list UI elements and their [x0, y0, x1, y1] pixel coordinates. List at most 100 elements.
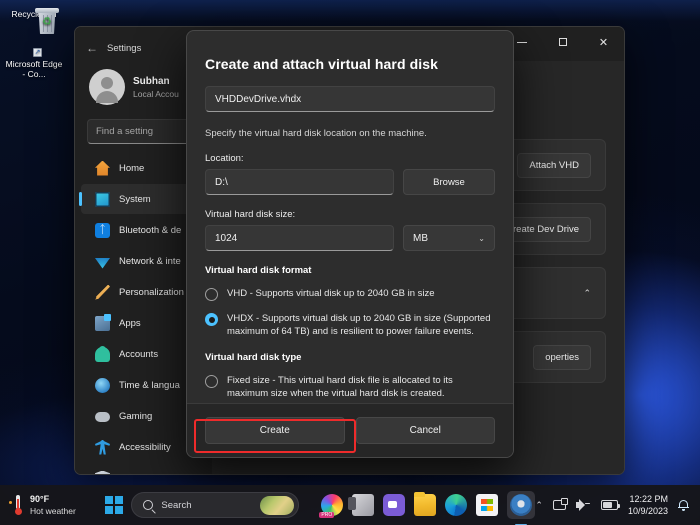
shortcut-arrow-icon: ↗ [33, 48, 42, 57]
close-icon: ✕ [598, 36, 609, 49]
teams-icon [383, 494, 406, 516]
taskbar-app-task-view[interactable] [348, 494, 375, 516]
taskbar: 90°F Hot weather Search PRO ⌃ 12:22 PM 1… [0, 485, 700, 525]
disk-size-value: 1024 [215, 232, 238, 244]
accessibility-icon [95, 439, 110, 455]
dialog-footer: Create Cancel [187, 403, 513, 457]
sidebar-item-label: Personalization [119, 286, 184, 298]
location-value: D:\ [215, 176, 228, 188]
taskbar-weather-widget[interactable]: 90°F Hot weather [0, 493, 105, 517]
maximize-icon [558, 38, 567, 46]
taskbar-app-microsoft-store[interactable] [476, 494, 499, 516]
network-icon[interactable] [552, 498, 568, 510]
weather-temperature: 90°F [30, 494, 50, 504]
attach-vhd-button[interactable]: Attach VHD [517, 152, 591, 178]
clock-date: 10/9/2023 [627, 506, 668, 516]
file-name-input[interactable]: VHDDevDrive.vhdx [205, 86, 495, 112]
sidebar-item-label: Privacy & secu [119, 473, 182, 475]
search-highlight-thumbnail[interactable] [260, 496, 295, 515]
dialog-description: Specify the virtual hard disk location o… [205, 128, 427, 139]
sidebar-item-label: Home [119, 162, 145, 174]
personalization-icon [95, 284, 110, 300]
file-name-value: VHDDevDrive.vhdx [215, 93, 302, 105]
taskbar-app-teams[interactable] [383, 494, 406, 516]
close-button[interactable]: ✕ [583, 27, 624, 57]
back-arrow-icon[interactable]: ← [85, 41, 99, 55]
microsoft-store-icon [476, 494, 499, 516]
find-a-setting-input[interactable]: Find a setting [87, 119, 202, 144]
radio-label: Fixed size - This virtual hard disk file… [227, 375, 453, 399]
accounts-icon [95, 345, 110, 362]
sidebar-item-privacy-security[interactable]: Privacy & secu [81, 463, 206, 475]
edge-icon [445, 494, 468, 516]
radio-label: VHD - Supports virtual disk up to 2040 G… [227, 288, 435, 299]
radio-vhdx-format[interactable]: VHDX - Supports virtual disk up to 2040 … [205, 312, 495, 338]
desktop-icon-microsoft-edge[interactable]: ↗ Microsoft Edge - Co... [4, 48, 64, 84]
sidebar-item-label: Accessibility [119, 441, 171, 453]
size-unit-value: MB [413, 232, 428, 244]
radio-button-selected-icon[interactable] [205, 313, 218, 326]
desktop-icon-recycle-bin[interactable]: ♻ Recycle Bin [4, 6, 64, 34]
start-button[interactable] [105, 496, 124, 514]
size-unit-dropdown[interactable]: MB ⌄ [403, 225, 495, 251]
home-icon [95, 160, 110, 176]
radio-fixed-size-type[interactable]: Fixed size - This virtual hard disk file… [205, 374, 495, 400]
location-label: Location: [205, 153, 244, 164]
create-attach-vhd-dialog: Create and attach virtual hard disk VHDD… [186, 30, 514, 458]
location-input[interactable]: D:\ [205, 169, 394, 195]
clock-time: 12:22 PM [629, 494, 668, 504]
disk-size-input[interactable]: 1024 [205, 225, 394, 251]
gaming-icon [95, 412, 110, 422]
thermometer-icon [9, 495, 24, 515]
chevron-down-icon: ⌄ [478, 233, 485, 243]
show-hidden-icons-button[interactable]: ⌃ [535, 500, 543, 511]
minimize-icon [516, 41, 527, 43]
sidebar-item-label: Accounts [119, 348, 159, 360]
system-icon [95, 191, 110, 207]
clock[interactable]: 12:22 PM 10/9/2023 [628, 493, 668, 517]
search-placeholder: Find a setting [96, 126, 154, 137]
taskbar-app-edge[interactable] [445, 494, 468, 516]
taskbar-app-file-explorer[interactable] [414, 492, 437, 516]
radio-button-icon[interactable] [205, 288, 218, 301]
sidebar-item-label: System [119, 193, 151, 205]
type-group-label: Virtual hard disk type [205, 352, 302, 363]
volume-icon[interactable] [575, 499, 591, 511]
disk-size-label: Virtual hard disk size: [205, 209, 296, 220]
notifications-bell-icon[interactable] [678, 499, 689, 512]
chevron-up-icon[interactable]: ⌃ [583, 288, 591, 299]
network-icon [95, 258, 110, 269]
browse-button[interactable]: Browse [403, 169, 495, 195]
user-name: Subhan [133, 75, 170, 87]
search-placeholder: Search [161, 499, 192, 511]
avatar [89, 69, 125, 105]
properties-button-2[interactable]: operties [533, 344, 591, 370]
account-type: Local Accou [133, 88, 179, 99]
privacy-security-icon [95, 470, 110, 474]
taskbar-app-list [319, 491, 536, 525]
taskbar-system-tray: ⌃ 12:22 PM 10/9/2023 [535, 493, 700, 517]
radio-button-icon[interactable] [205, 375, 218, 388]
cancel-button[interactable]: Cancel [355, 417, 495, 444]
maximize-button[interactable] [542, 27, 583, 57]
weather-condition: Hot weather [30, 506, 76, 516]
dialog-title: Create and attach virtual hard disk [205, 56, 439, 72]
paint-pro-icon [319, 494, 344, 518]
sidebar-item-label: Network & inte [119, 255, 181, 267]
sidebar-item-label: Bluetooth & de [119, 224, 182, 236]
search-icon [143, 500, 154, 510]
taskbar-search-box[interactable]: Search [131, 492, 300, 518]
taskbar-app-paint[interactable] [319, 494, 344, 518]
task-view-icon [348, 494, 375, 516]
time-language-icon [95, 377, 110, 393]
format-group-label: Virtual hard disk format [205, 265, 312, 276]
sidebar-item-label: Time & langua [119, 379, 180, 391]
sidebar-item-label: Apps [119, 317, 141, 329]
sidebar-item-label: Gaming [119, 410, 153, 422]
create-button[interactable]: Create [205, 417, 345, 444]
bluetooth-icon: ᛏ [95, 222, 110, 238]
battery-icon[interactable] [600, 500, 620, 510]
radio-vhd-format[interactable]: VHD - Supports virtual disk up to 2040 G… [205, 287, 495, 301]
taskbar-app-settings[interactable] [507, 491, 536, 525]
settings-icon [510, 494, 533, 516]
